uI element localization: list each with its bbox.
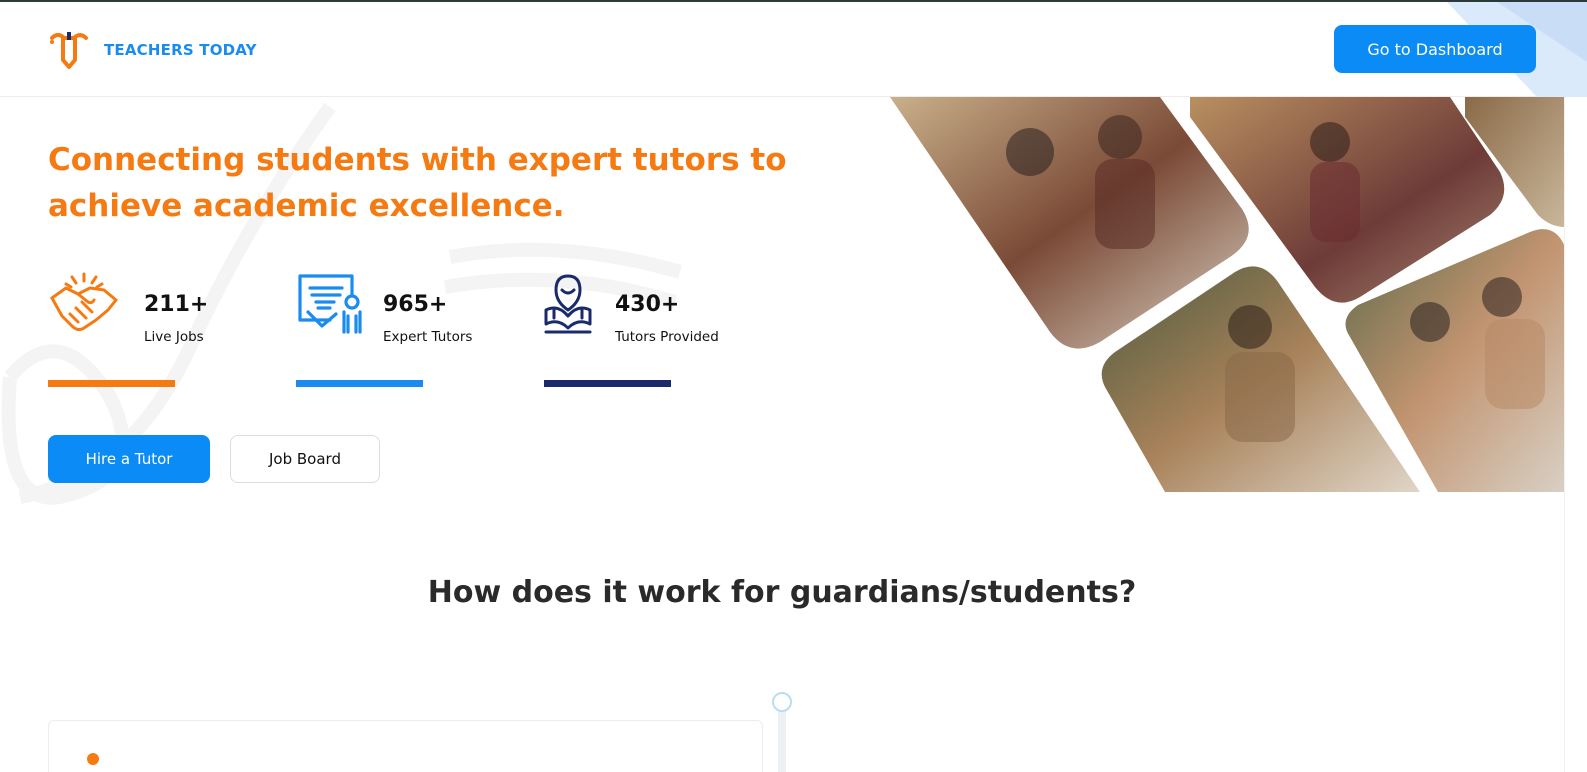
timeline-knob [772,692,792,712]
page-scrollbar[interactable] [1564,97,1587,772]
stat-value: 211+ [144,292,209,317]
certificate-icon [298,274,362,334]
stat-underline [48,380,175,387]
stat-underline [296,380,423,387]
stat-label: Live Jobs [144,329,204,345]
stat-value: 430+ [615,292,680,317]
reader-icon [544,274,592,334]
timeline-line [778,708,786,772]
teachers-today-logo-icon [50,32,88,69]
step-marker-dot [87,753,99,765]
go-to-dashboard-button[interactable]: Go to Dashboard [1334,25,1536,73]
hero-photo-collage [890,97,1565,492]
stat-value: 965+ [383,292,448,317]
hire-a-tutor-button[interactable]: Hire a Tutor [48,435,210,483]
stat-label: Tutors Provided [615,329,719,345]
hero-headline: Connecting students with expert tutors t… [48,142,787,224]
stat-underline [544,380,671,387]
section-title: How does it work for guardians/students? [427,575,1137,610]
handshake-icon [50,272,118,332]
brand-name: TEACHERS TODAY [104,41,257,59]
site-header: TEACHERS TODAY Go to Dashboard [0,2,1587,97]
brand-logo[interactable]: TEACHERS TODAY [48,30,257,70]
job-board-button[interactable]: Job Board [230,435,380,483]
step-card [48,720,763,772]
stat-label: Expert Tutors [383,329,473,345]
